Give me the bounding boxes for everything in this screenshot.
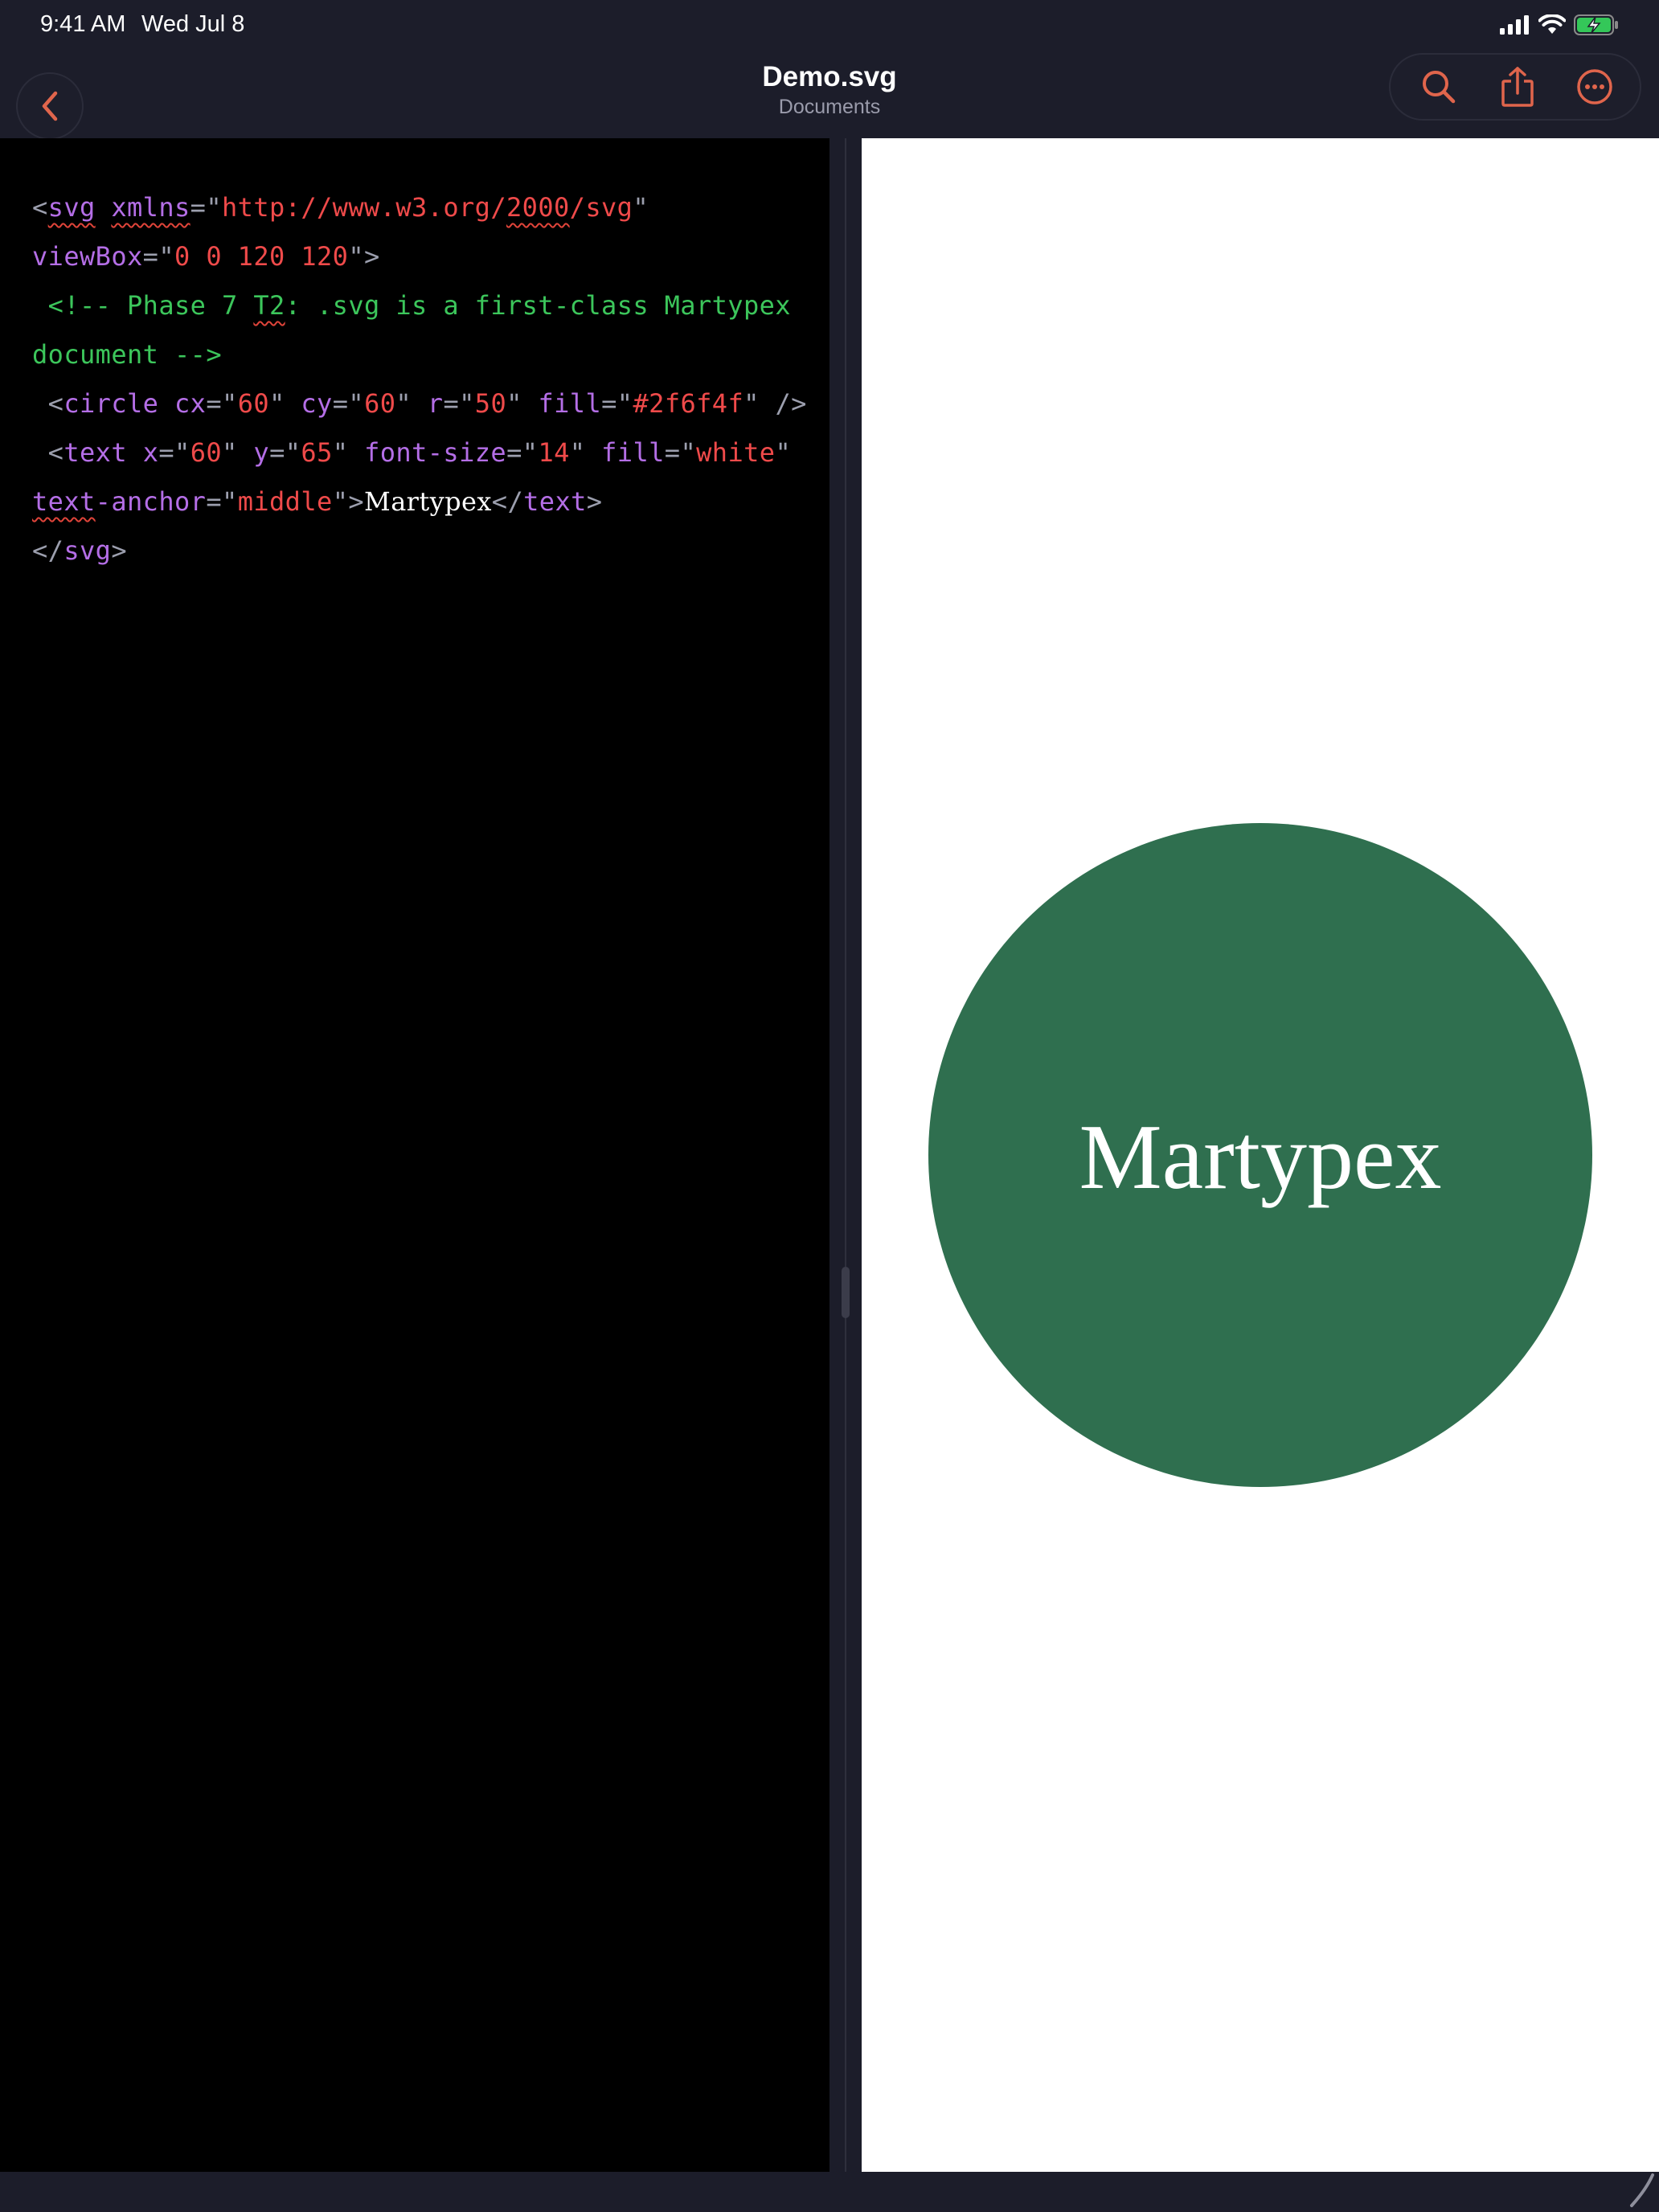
code-token: =" [443, 388, 475, 419]
code-tag: svg [47, 192, 96, 223]
code-token: =" [664, 437, 697, 468]
code-line-comment: <!-- Phase 7 T2: .svg is a first-class M… [32, 290, 807, 370]
code-token: =" [190, 192, 223, 223]
search-button[interactable] [1405, 55, 1473, 119]
code-attr: font-size [364, 437, 507, 468]
code-comment: T2 [253, 290, 285, 321]
resize-grip-icon[interactable] [1611, 2172, 1659, 2212]
code-tag: circle [63, 388, 159, 419]
code-token: " [743, 388, 760, 419]
code-token: > [111, 535, 128, 566]
code-value: 60 [364, 388, 396, 419]
status-time: 9:41 AM [40, 11, 126, 37]
code-attr: text [32, 486, 96, 517]
code-token: =" [601, 388, 633, 419]
code-line-close: </svg> [32, 535, 127, 566]
code-editor[interactable]: <svg xmlns="http://www.w3.org/2000/svg" … [0, 138, 830, 2172]
code-attr: fill [538, 388, 602, 419]
code-attr: cx [174, 388, 207, 419]
code-token: =" [269, 437, 301, 468]
code-value: 0 0 120 120 [174, 241, 349, 272]
code-token: " [633, 192, 649, 223]
code-token: < [47, 388, 64, 419]
bottom-bar [0, 2172, 1659, 2212]
cellular-signal-icon [1500, 15, 1529, 35]
back-button[interactable] [16, 72, 84, 140]
divider-drag-handle[interactable] [842, 1267, 850, 1318]
code-token: =" [206, 388, 238, 419]
document-location: Documents [778, 96, 881, 118]
wifi-icon [1538, 14, 1566, 34]
code-token: =" [142, 241, 175, 272]
code-line-1: <svg xmlns="http://www.w3.org/2000/svg" … [32, 192, 665, 272]
code-token: " [269, 388, 285, 419]
code-token: " [222, 437, 238, 468]
title-group: Demo.svg Documents [588, 59, 1071, 119]
code-text-node: Martypex [364, 486, 492, 517]
code-token: =" [332, 388, 365, 419]
code-value: 65 [301, 437, 333, 468]
code-token: </ [491, 486, 524, 517]
code-token: /> [759, 388, 807, 419]
code-token: > [586, 486, 603, 517]
divider-line [845, 138, 846, 2172]
code-value: 14 [538, 437, 570, 468]
search-icon [1423, 71, 1456, 104]
code-attr: viewBox [32, 241, 143, 272]
code-value: 60 [190, 437, 223, 468]
code-token: =" [158, 437, 190, 468]
status-date: Wed Jul 8 [141, 11, 245, 37]
code-text[interactable]: <svg xmlns="http://www.w3.org/2000/svg" … [32, 183, 812, 576]
code-value: middle [237, 486, 333, 517]
code-tag: svg [63, 535, 112, 566]
status-icons [1500, 13, 1619, 37]
code-token: < [47, 437, 64, 468]
code-value: 50 [474, 388, 507, 419]
code-tag: text [523, 486, 587, 517]
code-tag: text [63, 437, 128, 468]
code-token: "> [332, 486, 365, 517]
code-attr: x [142, 437, 159, 468]
code-value: http://www.w3.org/ [222, 192, 506, 223]
code-token: " [569, 437, 586, 468]
more-ellipsis-icon [1577, 69, 1612, 104]
code-value: white [696, 437, 776, 468]
code-attr: fill [601, 437, 665, 468]
code-token: < [32, 192, 48, 223]
toolbar-actions [1389, 53, 1641, 121]
code-token: </ [32, 535, 64, 566]
battery-charging-icon [1574, 14, 1618, 35]
more-button[interactable] [1561, 55, 1628, 119]
document-title: Demo.svg [762, 61, 897, 92]
code-value: #2f6f4f [633, 388, 744, 419]
code-token: " [775, 437, 792, 468]
svg-preview: Martypex [862, 138, 1659, 2172]
preview-text: Martypex [1079, 1106, 1442, 1209]
code-attr: y [253, 437, 270, 468]
chevron-left-icon [42, 91, 58, 121]
code-attr: cy [301, 388, 333, 419]
share-button[interactable] [1484, 55, 1551, 119]
code-line-circle: <circle cx="60" cy="60" r="50" fill="#2f… [48, 388, 807, 419]
code-value: 60 [237, 388, 270, 419]
code-token: "> [348, 241, 380, 272]
code-token: " [395, 388, 412, 419]
code-token: =" [206, 486, 238, 517]
split-divider[interactable] [830, 138, 862, 2172]
code-value: /svg [569, 192, 633, 223]
code-token: =" [506, 437, 539, 468]
status-bar: 9:41 AM Wed Jul 8 [0, 0, 1659, 50]
code-line-text: <text x="60" y="65" font-size="14" fill=… [32, 437, 807, 517]
code-attr: r [427, 388, 444, 419]
code-attr: xmlns [111, 192, 190, 223]
preview-canvas: Martypex [928, 823, 1592, 1487]
code-attr: -anchor [95, 486, 207, 517]
code-token: " [332, 437, 349, 468]
code-token: " [506, 388, 522, 419]
code-value: 2000 [506, 192, 570, 223]
code-comment: <!-- Phase 7 [47, 290, 254, 321]
share-icon [1501, 67, 1534, 107]
